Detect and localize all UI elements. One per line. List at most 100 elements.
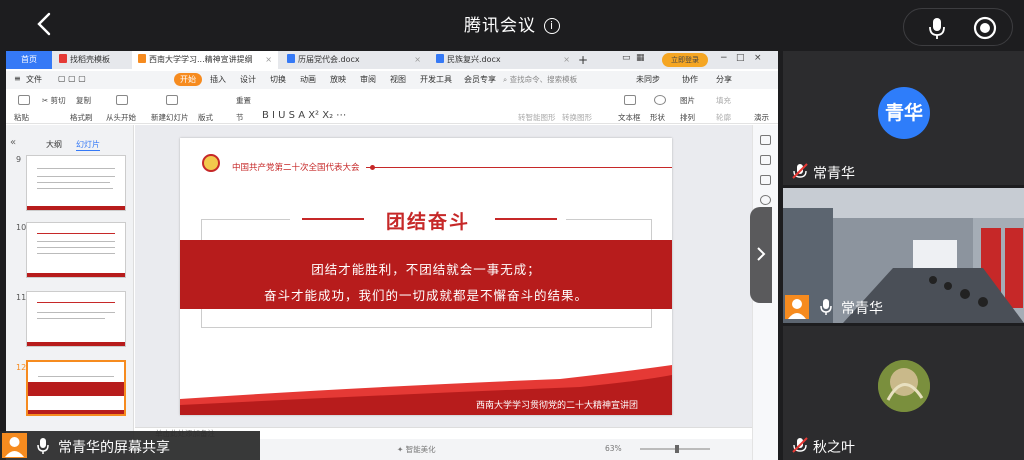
slide-line-2: 奋斗才能成功，我们的一切成就都是不懈奋斗的结果。: [263, 288, 588, 303]
cut-button[interactable]: ✂ 剪切: [42, 95, 66, 106]
reset-button[interactable]: 重置: [236, 95, 251, 106]
slide-thumbnail-9[interactable]: [26, 155, 126, 211]
close-tab-icon[interactable]: ×: [563, 51, 570, 69]
screen-share-label: 常青华的屏幕共享: [0, 431, 260, 460]
slide-number: 9: [16, 155, 22, 164]
tencent-meeting-window: 腾讯会议 i 首页 找稻壳模板 西南大学学习...精神宣讲提纲 × 历届党代会.do…: [0, 0, 1024, 460]
textbox-button[interactable]: 文本框: [618, 112, 641, 123]
menu-icon[interactable]: ≡: [14, 74, 21, 83]
slide-thumbnail-10[interactable]: [26, 222, 126, 278]
tab-home[interactable]: 首页: [6, 51, 52, 69]
smart-beautify-button[interactable]: ✦ 智能美化: [397, 444, 436, 455]
menu-review[interactable]: 审阅: [360, 74, 376, 85]
zoom-level[interactable]: 63%: [605, 444, 622, 453]
tab-template[interactable]: 找稻壳模板: [53, 51, 131, 69]
header-line: [366, 167, 672, 168]
slide-title-wrap: 团结奋斗: [290, 205, 566, 233]
tab-doc-2[interactable]: 民族复兴.docx ×: [430, 51, 576, 69]
menu-icon[interactable]: ▢ ▢ ▢: [58, 74, 86, 83]
panel-toggle[interactable]: [750, 207, 772, 303]
collaborate-button[interactable]: 协作: [682, 74, 698, 85]
copy-icon[interactable]: [760, 175, 771, 185]
tab-slides[interactable]: 幻灯片: [76, 139, 100, 151]
minimize-icon[interactable]: −: [720, 53, 728, 63]
layout-icon[interactable]: ▭: [622, 53, 631, 63]
close-window-icon[interactable]: ×: [754, 53, 762, 63]
copy-button[interactable]: 复制: [76, 95, 91, 106]
arrange-button[interactable]: 排列: [680, 112, 695, 123]
info-icon[interactable]: i: [544, 18, 560, 34]
ppt-file-icon: [138, 54, 146, 63]
participant-tile[interactable]: 青华 常青华: [783, 51, 1024, 185]
leaf-photo-icon: [878, 360, 930, 412]
slide-thumbnail-12[interactable]: [26, 360, 126, 416]
zoom-slider-handle[interactable]: [675, 445, 679, 453]
mic-muted-icon: [792, 437, 808, 453]
microphone-icon[interactable]: [924, 15, 950, 41]
shape-button[interactable]: 形状: [650, 112, 665, 123]
tab-doc-1[interactable]: 历届党代会.docx ×: [281, 51, 427, 69]
share-button[interactable]: 分享: [716, 74, 732, 85]
party-emblem-icon: [202, 154, 220, 172]
menu-developer[interactable]: 开发工具: [420, 74, 452, 85]
layout-button[interactable]: 版式: [198, 112, 213, 123]
font-style-buttons[interactable]: B I U S A X² X₂ ⋯: [262, 110, 346, 121]
slide-line-1: 团结才能胜利，不团结就会一事无成；: [311, 262, 541, 277]
current-slide[interactable]: 中国共产党第二十次全国代表大会 团结才能胜利，不团结就会一事无成； 奋斗才能成功…: [180, 138, 672, 415]
sync-status[interactable]: 未同步: [636, 74, 660, 85]
new-tab-button[interactable]: +: [574, 51, 592, 69]
menu-slideshow[interactable]: 放映: [330, 74, 346, 85]
chevron-right-icon: [757, 247, 766, 261]
play-icon[interactable]: [116, 95, 128, 105]
participant-video-tile[interactable]: 常青华: [783, 188, 1024, 323]
maximize-icon[interactable]: □: [736, 53, 745, 63]
wps-menu-bar: ≡ 文件 ▢ ▢ ▢ 开始 插入 设计 切换 动画 放映 审阅 视图 开发工具 …: [6, 71, 778, 89]
user-icon: [5, 437, 24, 457]
participant-name: 秋之叶: [813, 440, 855, 456]
menu-file[interactable]: 文件: [26, 74, 42, 85]
close-tab-icon[interactable]: ×: [265, 51, 272, 69]
fill-button[interactable]: 填充: [716, 95, 731, 106]
new-slide-icon[interactable]: [166, 95, 178, 105]
new-slide-button[interactable]: 新建幻灯片: [151, 112, 189, 123]
pin-icon[interactable]: [760, 155, 771, 165]
record-icon[interactable]: [972, 15, 998, 41]
textbox-icon[interactable]: [624, 95, 636, 105]
paste-button[interactable]: 粘贴: [14, 112, 29, 123]
picture-button[interactable]: 图片: [680, 95, 695, 106]
menu-design[interactable]: 设计: [240, 74, 256, 85]
from-start-button[interactable]: 从头开始: [106, 112, 136, 123]
close-tab-icon[interactable]: ×: [414, 51, 421, 69]
format-painter-button[interactable]: 格式刷: [70, 112, 93, 123]
tab-current-presentation[interactable]: 西南大学学习...精神宣讲提纲 ×: [132, 51, 278, 69]
participant-tile[interactable]: 秋之叶: [783, 326, 1024, 460]
menu-animation[interactable]: 动画: [300, 74, 316, 85]
section-button[interactable]: 节: [236, 112, 244, 123]
present-button[interactable]: 演示: [754, 112, 769, 123]
top-controls: [903, 8, 1013, 46]
help-icon[interactable]: [760, 195, 771, 205]
tab-outline[interactable]: 大纲: [46, 139, 62, 150]
smart-shape-button[interactable]: 转智能图形: [518, 112, 556, 123]
sidebar-tabs: 大纲 幻灯片: [46, 139, 116, 151]
login-button[interactable]: 立即登录: [662, 53, 708, 67]
menu-member[interactable]: 会员专享: [464, 74, 496, 85]
menu-insert[interactable]: 插入: [210, 74, 226, 85]
menu-view[interactable]: 视图: [390, 74, 406, 85]
slide-title: 团结奋斗: [385, 211, 470, 233]
collapse-sidebar-icon[interactable]: «: [10, 137, 16, 148]
user-icon: [788, 299, 806, 319]
menu-transition[interactable]: 切换: [270, 74, 286, 85]
window-controls: ▭ ▦ 立即登录 − □ ×: [622, 53, 772, 67]
menu-home[interactable]: 开始: [174, 73, 202, 86]
paste-icon[interactable]: [18, 95, 30, 105]
microphone-icon: [820, 299, 832, 315]
adjust-icon[interactable]: [760, 135, 771, 145]
grid-icon[interactable]: ▦: [636, 53, 645, 63]
convert-graphic-button[interactable]: 转换图形: [562, 112, 592, 123]
shape-icon[interactable]: [654, 95, 666, 105]
command-search[interactable]: ⌕ 查找命令、搜索模板: [503, 74, 577, 85]
outline-button[interactable]: 轮廓: [716, 112, 731, 123]
slide-footer-text: 西南大学学习贯彻党的二十大精神宣讲团: [476, 401, 639, 411]
slide-thumbnail-11[interactable]: [26, 291, 126, 347]
